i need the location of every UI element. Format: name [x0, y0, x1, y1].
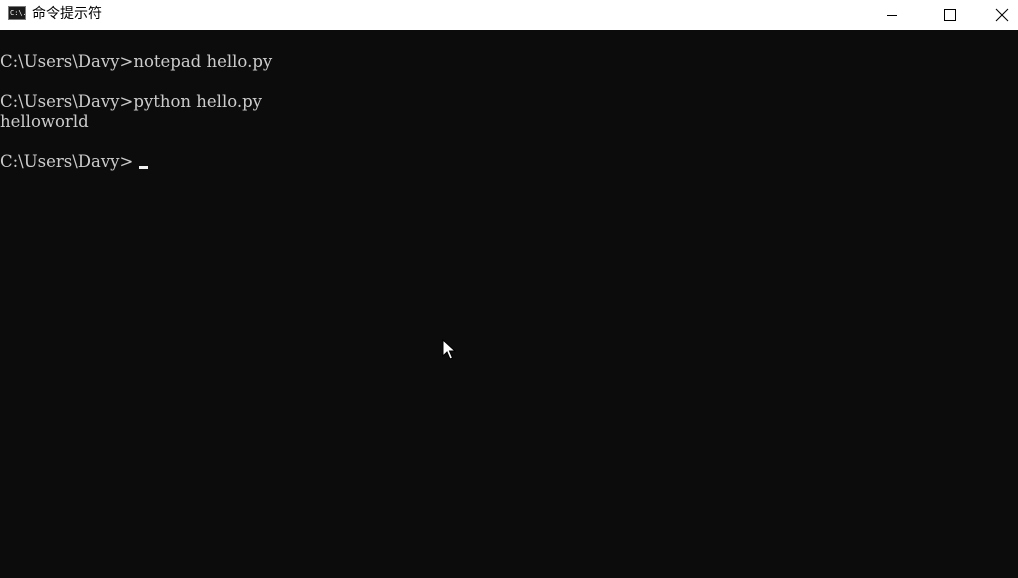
- text-cursor: [139, 166, 148, 169]
- minimize-button[interactable]: [869, 0, 915, 30]
- title-bar[interactable]: C:\. 命令提示符: [0, 0, 1018, 30]
- maximize-icon: [944, 9, 956, 21]
- maximize-button[interactable]: [927, 0, 973, 30]
- close-button[interactable]: [986, 0, 1018, 30]
- close-icon: [995, 8, 1009, 22]
- minimize-icon: [887, 15, 897, 16]
- mouse-pointer-icon: [442, 339, 456, 360]
- console-line-python-command: C:\Users\Davy>python hello.py: [0, 92, 262, 111]
- window-title: 命令提示符: [32, 6, 102, 22]
- cmd-icon[interactable]: C:\.: [8, 6, 26, 20]
- console-prompt: C:\Users\Davy>: [0, 152, 134, 171]
- console-output[interactable]: C:\Users\Davy>notepad hello.py C:\Users\…: [0, 30, 1018, 578]
- console-line-program-output: helloworld: [0, 112, 89, 131]
- console-line-notepad-command: C:\Users\Davy>notepad hello.py: [0, 52, 273, 71]
- command-prompt-window: C:\. 命令提示符 C:\Users\Davy>notepad hello.p…: [0, 0, 1018, 578]
